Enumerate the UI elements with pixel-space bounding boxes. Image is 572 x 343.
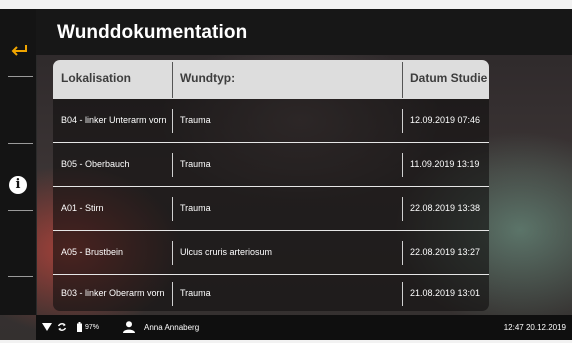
sync-icon	[57, 323, 67, 331]
wifi-icon	[42, 323, 52, 331]
sidebar-divider	[8, 76, 33, 77]
sidebar-divider	[8, 210, 33, 211]
wound-table: Lokalisation Wundtyp: Datum Studie B04 -…	[53, 60, 489, 311]
cell-lokalisation: B05 - Oberbauch	[61, 159, 130, 169]
table-row[interactable]: A05 - Brustbein Ulcus cruris arteriosum …	[53, 231, 489, 274]
cell-lokalisation: B03 - linker Oberarm vorn	[61, 288, 165, 298]
cell-divider	[402, 109, 403, 133]
header-bar: Wunddokumentation	[36, 9, 572, 55]
user-name[interactable]: Anna Annaberg	[144, 315, 199, 340]
cell-wundtyp: Trauma	[180, 288, 211, 298]
table-header: Lokalisation Wundtyp: Datum Studie	[53, 60, 489, 99]
cell-divider	[402, 282, 403, 306]
cell-datum: 22.08.2019 13:27	[410, 247, 481, 257]
column-divider	[402, 62, 403, 98]
battery-icon	[77, 322, 82, 332]
top-frame	[0, 0, 572, 9]
back-arrow-icon[interactable]	[10, 43, 28, 57]
cell-divider	[402, 153, 403, 177]
info-icon[interactable]: i	[9, 176, 27, 194]
column-header-lokalisation[interactable]: Lokalisation	[61, 71, 131, 85]
cell-datum: 22.08.2019 13:38	[410, 203, 481, 213]
cell-lokalisation: A05 - Brustbein	[61, 247, 124, 257]
table-row[interactable]: B04 - linker Unterarm vorn Trauma 12.09.…	[53, 99, 489, 142]
cell-datum: 21.08.2019 13:01	[410, 288, 481, 298]
cell-datum: 12.09.2019 07:46	[410, 115, 481, 125]
column-header-wundtyp[interactable]: Wundtyp:	[180, 71, 235, 85]
cell-divider	[172, 109, 173, 133]
user-icon	[123, 321, 135, 333]
cell-divider	[172, 153, 173, 177]
column-divider	[172, 62, 173, 98]
sidebar-divider	[8, 143, 33, 144]
cell-lokalisation: B04 - linker Unterarm vorn	[61, 115, 167, 125]
cell-lokalisation: A01 - Stirn	[61, 203, 104, 213]
datetime: 12:47 20.12.2019	[503, 323, 566, 332]
cell-divider	[172, 241, 173, 265]
cell-divider	[402, 241, 403, 265]
cell-divider	[402, 197, 403, 221]
cell-wundtyp: Trauma	[180, 115, 211, 125]
cell-wundtyp: Ulcus cruris arteriosum	[180, 247, 273, 257]
cell-wundtyp: Trauma	[180, 159, 211, 169]
cell-datum: 11.09.2019 13:19	[410, 159, 480, 169]
status-bar: 97% Anna Annaberg 12:47 20.12.2019	[36, 315, 572, 340]
cell-divider	[172, 197, 173, 221]
table-row[interactable]: A01 - Stirn Trauma 22.08.2019 13:38	[53, 187, 489, 230]
table-row[interactable]: B03 - linker Oberarm vorn Trauma 21.08.2…	[53, 272, 489, 311]
page-title: Wunddokumentation	[57, 22, 248, 43]
table-body: B04 - linker Unterarm vorn Trauma 12.09.…	[53, 99, 489, 311]
sidebar: i	[0, 9, 37, 315]
table-row[interactable]: B05 - Oberbauch Trauma 11.09.2019 13:19	[53, 143, 489, 186]
column-header-datum[interactable]: Datum Studie	[410, 71, 487, 85]
battery-level: 97%	[85, 324, 100, 331]
cell-wundtyp: Trauma	[180, 203, 211, 213]
cell-divider	[172, 282, 173, 306]
sidebar-divider	[8, 276, 33, 277]
